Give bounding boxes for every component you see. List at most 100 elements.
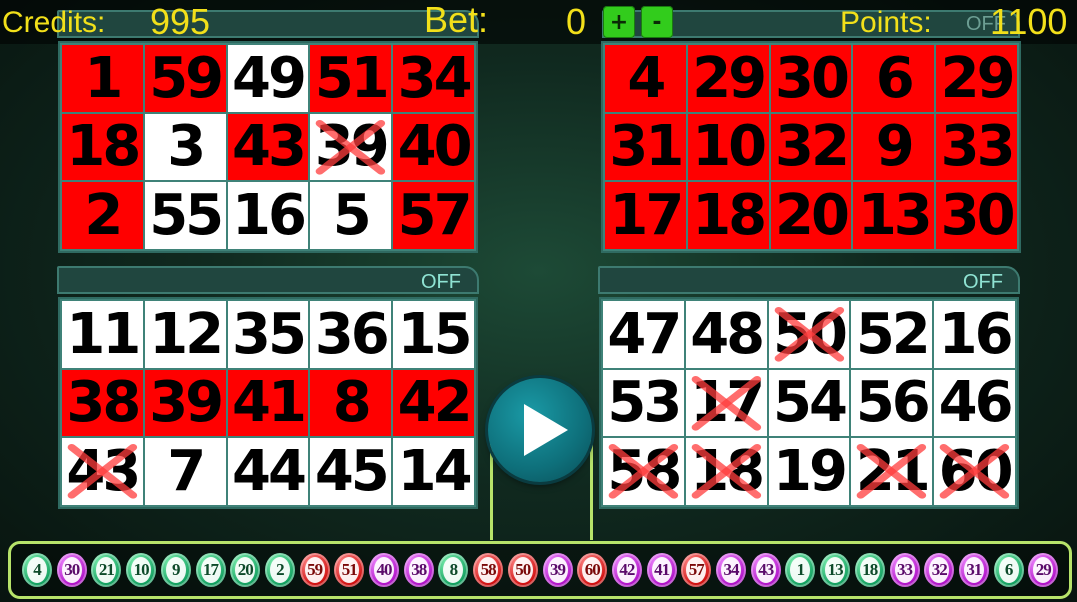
bingo-cell-number: 36 <box>314 301 390 367</box>
play-icon <box>524 404 568 456</box>
drawn-ball: 4 <box>22 553 52 587</box>
bingo-cell-number: 17 <box>690 370 765 436</box>
drawn-ball: 40 <box>369 553 399 587</box>
drawn-ball-number: 60 <box>582 557 603 583</box>
bingo-cell: 51 <box>310 45 392 112</box>
bingo-cell: 31 <box>605 113 686 181</box>
bingo-cell-number: 34 <box>397 45 473 111</box>
bingo-cell: 6 <box>853 45 935 112</box>
bingo-cell-number: 39 <box>314 114 390 180</box>
bingo-cell: 46 <box>934 369 1015 437</box>
bingo-cell: 60 <box>934 438 1015 505</box>
drawn-ball: 31 <box>958 553 989 587</box>
bingo-cell-number: 46 <box>938 370 1014 436</box>
bingo-cell-number: 18 <box>66 114 141 180</box>
bet-increase-button[interactable]: + <box>603 6 635 38</box>
bingo-cell: 47 <box>603 301 684 368</box>
bingo-cell-number: 38 <box>66 370 141 436</box>
drawn-ball: 42 <box>611 553 642 587</box>
bingo-cell-number: 18 <box>690 439 765 505</box>
bingo-cell-number: 13 <box>857 183 933 249</box>
drawn-ball-number: 10 <box>131 557 152 583</box>
drawn-ball: 10 <box>126 553 157 587</box>
bingo-cell-number: 18 <box>692 183 767 249</box>
drawn-ball-number: 51 <box>339 557 360 583</box>
bingo-cell-number: 43 <box>66 439 141 505</box>
bingo-cell-number: 4 <box>627 45 666 111</box>
bingo-cell-number: 29 <box>692 45 767 111</box>
bingo-cell: 39 <box>144 369 226 437</box>
bingo-cell-number: 1 <box>84 45 123 111</box>
bet-value: 0 <box>566 1 587 42</box>
bingo-cell: 35 <box>227 301 309 368</box>
points-label: Points: <box>840 6 932 39</box>
drawn-ball: 17 <box>195 553 226 587</box>
play-button[interactable] <box>488 378 592 482</box>
bingo-cell-number: 53 <box>607 370 682 436</box>
bingo-cell-number: 56 <box>855 370 931 436</box>
card-bottom-left-off-toggle[interactable]: OFF <box>410 268 472 296</box>
bingo-cell: 8 <box>310 369 392 437</box>
bingo-cell: 14 <box>393 438 474 505</box>
bingo-cell: 17 <box>685 369 767 437</box>
drawn-ball-number: 58 <box>478 557 499 583</box>
drawn-ball-number: 13 <box>825 557 846 583</box>
bingo-cell-number: 9 <box>875 114 915 180</box>
bingo-cell-number: 16 <box>232 183 307 249</box>
bingo-cell: 20 <box>770 182 852 249</box>
bingo-cell-number: 3 <box>167 114 206 180</box>
bingo-cell: 13 <box>853 182 935 249</box>
bingo-cell-number: 44 <box>232 439 307 505</box>
bingo-cell: 57 <box>393 182 474 249</box>
bingo-cell-number: 41 <box>232 370 307 436</box>
bingo-cell-number: 43 <box>232 114 307 180</box>
drawn-ball: 20 <box>230 553 261 587</box>
bingo-cell-number: 49 <box>232 45 307 111</box>
drawn-ball: 58 <box>473 553 504 587</box>
bingo-cell: 19 <box>768 438 850 505</box>
bingo-cell: 32 <box>770 113 852 181</box>
bingo-cell: 41 <box>227 369 309 437</box>
drawn-ball-number: 59 <box>304 557 325 583</box>
drawn-ball-number: 42 <box>616 557 637 583</box>
drawn-ball-number: 1 <box>790 557 811 583</box>
bingo-cell: 12 <box>144 301 226 368</box>
bingo-cell-number: 35 <box>232 301 307 367</box>
card-tab-top-left <box>57 10 479 38</box>
bingo-cell: 21 <box>851 438 933 505</box>
drawn-ball-number: 40 <box>374 557 394 583</box>
bingo-cell: 43 <box>62 438 143 505</box>
bingo-cell-number: 39 <box>149 370 224 436</box>
bingo-cell: 3 <box>144 113 226 181</box>
bingo-cell: 45 <box>310 438 392 505</box>
bingo-cell-number: 54 <box>773 370 848 436</box>
bingo-cell: 30 <box>936 182 1017 249</box>
card-bottom-right-off-toggle[interactable]: OFF <box>952 268 1014 296</box>
bingo-cell: 16 <box>227 182 309 249</box>
bingo-cell: 55 <box>144 182 226 249</box>
drawn-ball: 6 <box>993 553 1024 587</box>
bet-decrease-button[interactable]: - <box>641 6 673 38</box>
bingo-cell: 52 <box>851 301 933 368</box>
bingo-cell: 33 <box>936 113 1017 181</box>
bingo-cell-number: 10 <box>692 114 767 180</box>
bingo-cell: 18 <box>687 182 769 249</box>
bingo-cell-number: 55 <box>149 183 224 249</box>
drawn-ball-number: 32 <box>929 557 950 583</box>
drawn-ball-number: 21 <box>96 557 117 583</box>
bingo-cell: 54 <box>768 369 850 437</box>
drawn-ball-number: 6 <box>998 557 1019 583</box>
bingo-cell: 16 <box>934 301 1015 368</box>
drawn-ball-number: 18 <box>859 557 880 583</box>
bingo-cell-number: 6 <box>875 45 915 111</box>
bingo-cell-number: 52 <box>855 301 931 367</box>
drawn-ball: 38 <box>403 553 434 587</box>
bingo-card-top-left: 1 59 49 51 34 18 3 43 39 40 2 55 16 5 57 <box>58 41 478 253</box>
bingo-cell: 44 <box>227 438 309 505</box>
bingo-cell: 49 <box>227 45 309 112</box>
bingo-cell: 40 <box>393 113 474 181</box>
drawn-ball-number: 39 <box>547 557 568 583</box>
drawn-ball: 33 <box>889 553 920 587</box>
bingo-cell-number: 16 <box>938 301 1014 367</box>
drawn-ball-number: 57 <box>686 557 707 583</box>
